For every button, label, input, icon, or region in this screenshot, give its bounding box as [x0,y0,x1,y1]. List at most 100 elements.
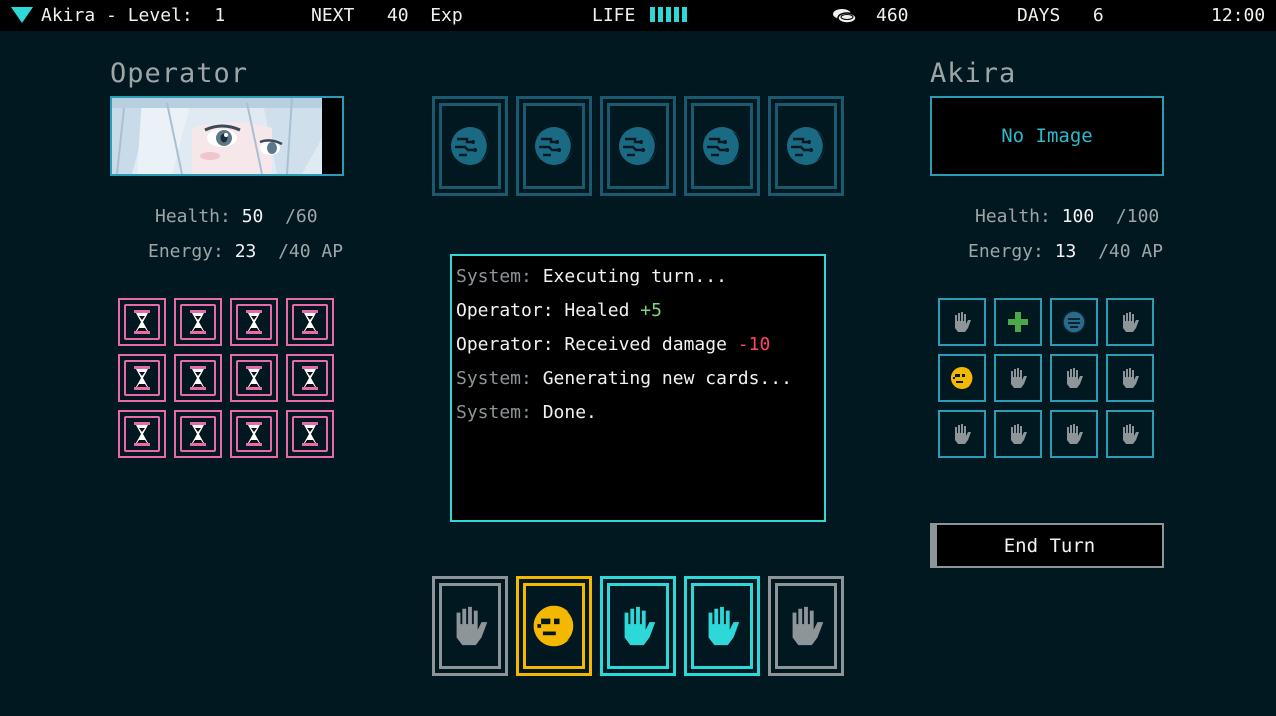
moon-face-icon [516,576,592,676]
hand-card[interactable] [600,576,676,676]
hand-card[interactable] [432,576,508,676]
hourglass-icon [180,360,216,396]
operator-card-slot[interactable] [230,298,278,346]
operator-card-slot[interactable] [230,354,278,402]
log-line: System: Generating new cards... [456,366,820,400]
hand-icon [1062,422,1086,446]
life-bar-segment [650,7,655,22]
log-source: System: [456,266,532,287]
player-level: Akira - Level: 1 [41,5,226,26]
hourglass-icon [292,416,328,452]
hourglass-icon [124,360,160,396]
no-image-label: No Image [1001,125,1093,147]
energy-label: Energy: [968,241,1044,262]
hand-icon [1062,366,1086,390]
hand-card[interactable] [768,576,844,676]
hourglass-icon [180,304,216,340]
coin-count: 460 [876,5,909,26]
operator-card-slot[interactable] [286,354,334,402]
moon-card-icon [684,96,760,196]
hand-icon [432,576,508,676]
coins-icon [833,9,857,24]
energy-max: /40 AP [1087,241,1164,262]
operator-card-slot[interactable] [286,298,334,346]
enemy-deck-card [516,96,592,196]
hand-icon [768,576,844,676]
log-line: Operator: Received damage -10 [456,332,820,366]
hand-icon [950,310,974,334]
enemy-deck-card [432,96,508,196]
akira-card-slot[interactable] [994,298,1042,346]
energy-value: 23 [234,241,257,262]
operator-energy: Energy: 23 /40 AP [148,241,343,262]
akira-card-slot[interactable] [1050,410,1098,458]
hand-icon [1118,310,1142,334]
akira-card-slot[interactable] [1106,410,1154,458]
energy-max: /40 AP [267,241,344,262]
hourglass-icon [292,304,328,340]
life-bar-segment [682,7,687,22]
energy-label: Energy: [148,241,224,262]
hand-icon [684,576,760,676]
akira-card-slot[interactable] [938,354,986,402]
hand-card[interactable] [684,576,760,676]
energy-value: 13 [1054,241,1077,262]
akira-card-slot[interactable] [938,298,986,346]
akira-card-slot[interactable] [994,410,1042,458]
log-message: Executing turn... [531,266,727,287]
end-turn-button[interactable]: End Turn [930,523,1164,568]
life-label: LIFE [592,5,636,26]
log-line: Operator: Healed +5 [456,298,820,332]
operator-card-slot[interactable] [118,354,166,402]
operator-card-slot[interactable] [118,410,166,458]
operator-card-slot[interactable] [286,410,334,458]
log-delta: +5 [640,300,662,321]
log-source: Operator: [456,300,554,321]
operator-title: Operator [110,58,249,89]
moon-card-icon [516,96,592,196]
hand-icon [1118,366,1142,390]
moon-face-icon [949,365,975,391]
enemy-deck-card [600,96,676,196]
akira-card-slot[interactable] [994,354,1042,402]
menu-triangle-icon[interactable] [11,7,33,23]
hourglass-icon [236,360,272,396]
enemy-deck-card [768,96,844,196]
log-message: Generating new cards... [531,368,792,389]
hand-icon [1006,366,1030,390]
health-max: /100 [1105,206,1160,227]
moon-card-icon [432,96,508,196]
days-counter: DAYS 6 [1017,5,1104,26]
akira-card-slot[interactable] [938,410,986,458]
log-message: Received damage [553,334,738,355]
operator-card-slot[interactable] [174,410,222,458]
moon-card-icon [600,96,676,196]
plus-icon [1006,310,1030,334]
face-icon [1061,309,1087,335]
moon-card-icon [768,96,844,196]
operator-card-slot[interactable] [118,298,166,346]
operator-portrait [110,96,344,176]
hand-icon [600,576,676,676]
akira-health: Health: 100 /100 [975,206,1159,227]
akira-card-slot[interactable] [1106,354,1154,402]
akira-energy: Energy: 13 /40 AP [968,241,1163,262]
clock-time: 12:00 [1211,5,1266,26]
akira-portrait: No Image [930,96,1164,176]
hand-icon [950,422,974,446]
top-status-bar: Akira - Level: 1 NEXT 40 Exp LIFE 460 DA… [0,0,1276,31]
operator-card-slot[interactable] [174,298,222,346]
akira-card-slot[interactable] [1050,354,1098,402]
operator-card-slot[interactable] [174,354,222,402]
operator-portrait-image [112,98,342,174]
akira-card-slot[interactable] [1106,298,1154,346]
hand-card[interactable] [516,576,592,676]
life-bar-segment [674,7,679,22]
operator-card-slot[interactable] [230,410,278,458]
akira-card-slot[interactable] [1050,298,1098,346]
next-exp: NEXT 40 Exp [311,5,463,26]
akira-title: Akira [930,58,1017,89]
log-line: System: Executing turn... [456,264,820,298]
health-value: 50 [241,206,264,227]
operator-health: Health: 50 /60 [155,206,318,227]
